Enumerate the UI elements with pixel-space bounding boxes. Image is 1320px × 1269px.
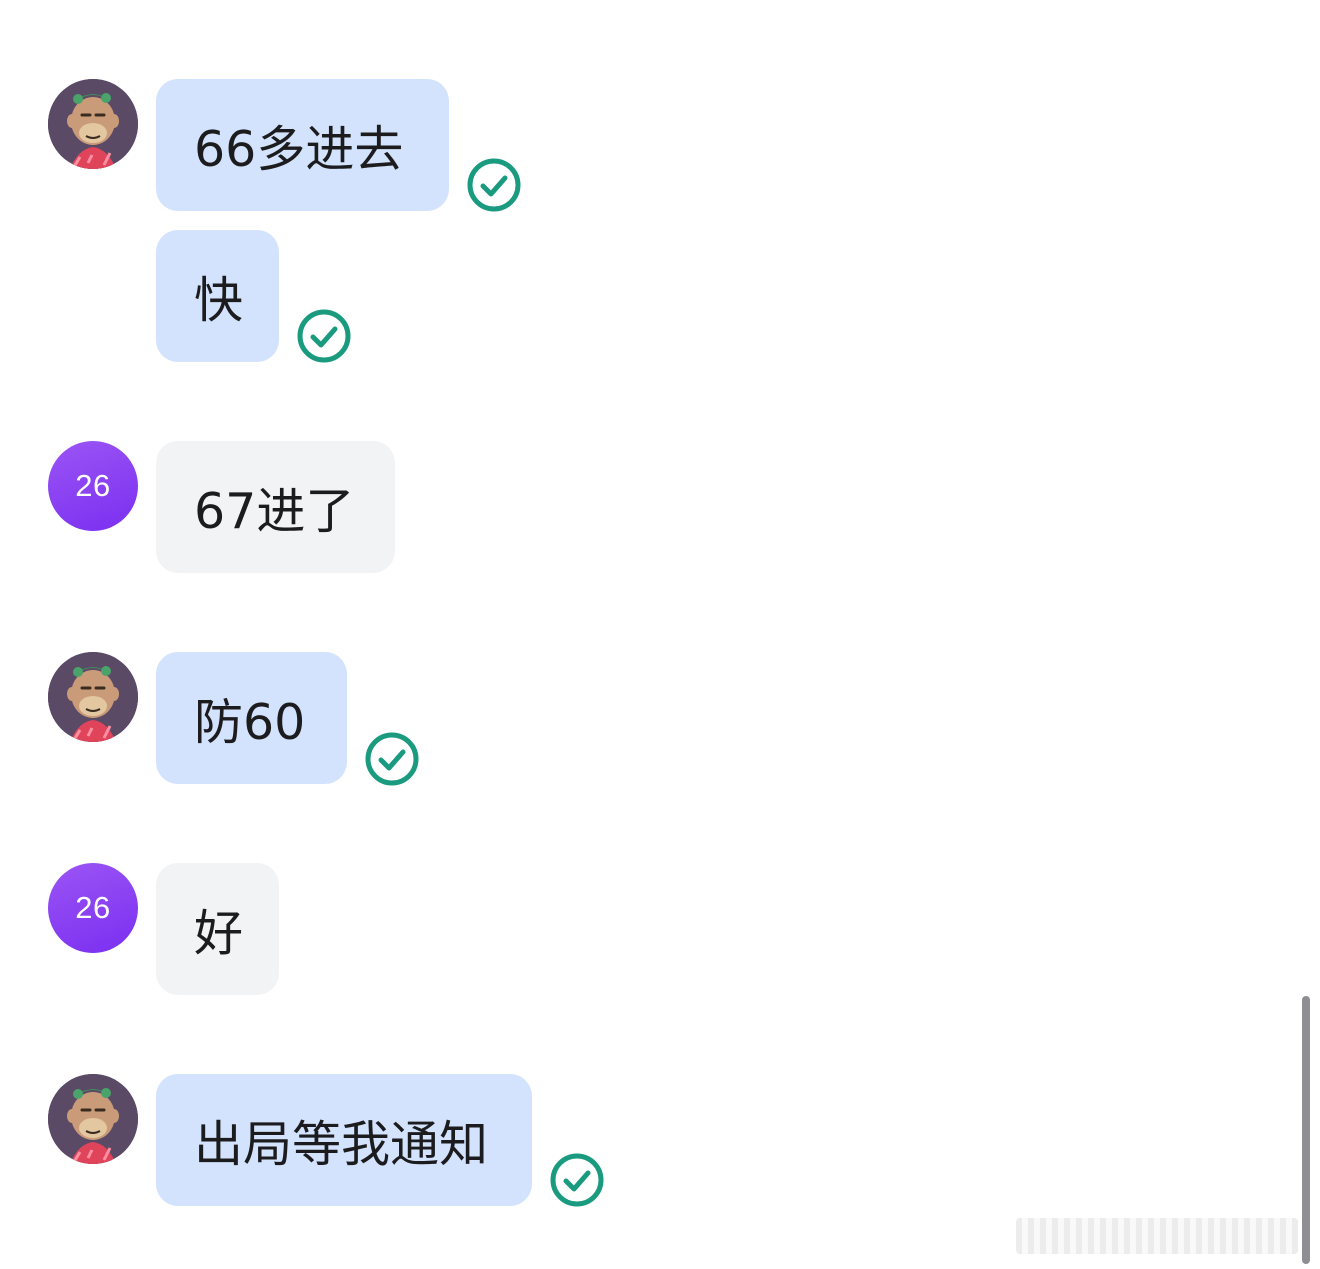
contact-avatar-initials: 26	[75, 468, 111, 503]
contact-avatar[interactable]: 26	[48, 863, 138, 953]
message-text: 出局等我通知	[194, 1115, 489, 1173]
sender-avatar[interactable]	[48, 1074, 138, 1164]
read-check-icon	[549, 1152, 605, 1208]
read-check-icon	[466, 157, 522, 213]
read-check-icon	[364, 731, 420, 787]
message-bubble[interactable]: 出局等我通知	[156, 1074, 532, 1206]
message-bubble[interactable]: 67进了	[156, 441, 395, 573]
scrollbar-thumb[interactable]	[1302, 996, 1310, 1264]
message-text: 67进了	[194, 482, 355, 540]
message-bubble[interactable]: 好	[156, 863, 279, 995]
message-text: 好	[194, 904, 244, 962]
message-bubble[interactable]: 66多进去	[156, 79, 449, 211]
chat-message-list: 66多进去 快 26 67进了 防60 26 好 出局等我通知	[0, 0, 1320, 1269]
contact-avatar[interactable]: 26	[48, 441, 138, 531]
watermark	[1016, 1218, 1298, 1254]
message-bubble[interactable]: 防60	[156, 652, 347, 784]
ape-avatar-icon	[48, 1074, 138, 1164]
message-text: 66多进去	[194, 120, 404, 178]
read-check-icon	[296, 308, 352, 364]
message-bubble[interactable]: 快	[156, 230, 279, 362]
sender-avatar[interactable]	[48, 79, 138, 169]
message-text: 快	[194, 271, 244, 329]
contact-avatar-initials: 26	[75, 890, 111, 925]
ape-avatar-icon	[48, 652, 138, 742]
ape-avatar-icon	[48, 79, 138, 169]
message-text: 防60	[194, 693, 306, 751]
sender-avatar[interactable]	[48, 652, 138, 742]
